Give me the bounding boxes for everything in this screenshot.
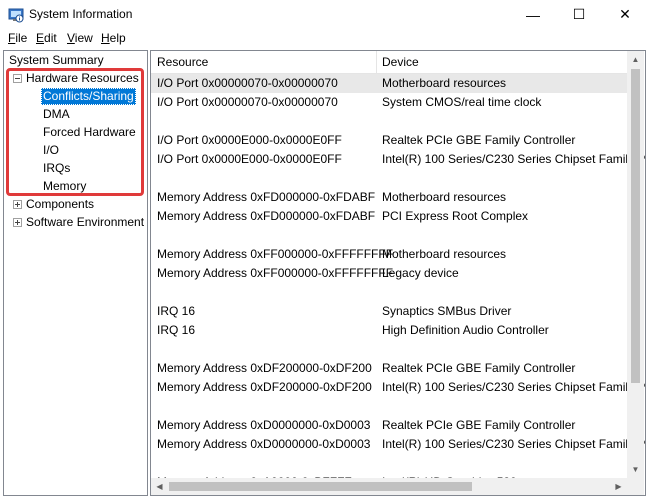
- scroll-down-icon[interactable]: ▼: [627, 461, 644, 478]
- cell-device: Intel(R) 100 Series/C230 Series Chipset …: [382, 380, 646, 394]
- table-row[interactable]: Memory Address 0xFF000000-0xFFFFFFFF Lega…: [151, 264, 627, 283]
- cell-device: System CMOS/real time clock: [382, 95, 542, 109]
- close-button[interactable]: ✕: [602, 0, 648, 29]
- table-row[interactable]: Memory Address 0xFD000000-0xFDABF PCI Exp…: [151, 207, 627, 226]
- table-row[interactable]: I/O Port 0x0000E000-0x0000E0FF Realtek PC…: [151, 131, 627, 150]
- cell-resource: Memory Address 0xFD000000-0xFDABF: [157, 209, 376, 223]
- cell-device: Realtek PCIe GBE Family Controller: [382, 133, 576, 147]
- expand-icon[interactable]: [13, 218, 22, 227]
- cell-resource: Memory Address 0xDF200000-0xDF200: [157, 380, 372, 394]
- scroll-up-icon[interactable]: ▲: [627, 51, 644, 68]
- cell-device: Motherboard resources: [382, 247, 507, 261]
- tree-item-software-environment[interactable]: Software Environment: [26, 214, 144, 231]
- horizontal-scrollbar[interactable]: ◀ ▶: [151, 478, 627, 495]
- table-row[interactable]: [151, 283, 627, 302]
- tree-item-components[interactable]: Components: [26, 196, 94, 213]
- cell-device: Legacy device: [382, 266, 459, 280]
- table-row[interactable]: Memory Address 0xD0000000-0xD0003 Realtek…: [151, 416, 627, 435]
- cell-resource: Memory Address 0xFD000000-0xFDABF: [157, 190, 376, 204]
- minimize-button[interactable]: —: [510, 0, 556, 29]
- maximize-button[interactable]: ☐: [556, 0, 602, 29]
- cell-resource: Memory Address 0xD0000000-0xD0003: [157, 437, 371, 451]
- cell-device: Realtek PCIe GBE Family Controller: [382, 418, 576, 432]
- column-header-device[interactable]: Device: [382, 55, 419, 69]
- cell-resource: Memory Address 0xFF000000-0xFFFFFFFF: [157, 247, 394, 261]
- cell-resource: I/O Port 0x00000070-0x00000070: [157, 95, 338, 109]
- cell-device: Realtek PCIe GBE Family Controller: [382, 361, 576, 375]
- cell-device: Motherboard resources: [382, 76, 507, 90]
- table-header: Resource Device: [151, 51, 627, 74]
- cell-device: Intel(R) 100 Series/C230 Series Chipset …: [382, 437, 646, 451]
- horizontal-scroll-thumb[interactable]: [169, 482, 472, 491]
- table-row[interactable]: Memory Address 0xDF200000-0xDF200 Realtek…: [151, 359, 627, 378]
- menu-file[interactable]: File: [6, 30, 29, 46]
- column-header-resource[interactable]: Resource: [157, 55, 208, 69]
- table-row[interactable]: [151, 397, 627, 416]
- column-divider[interactable]: [376, 51, 377, 73]
- table-row[interactable]: Memory Address 0xD0000000-0xD0003 Intel(R…: [151, 435, 645, 454]
- menu-edit[interactable]: Edit: [34, 30, 59, 46]
- details-table[interactable]: Resource Device I/O Port 0x00000070-0x00…: [150, 50, 646, 496]
- menu-help[interactable]: Help: [99, 30, 128, 46]
- close-icon: ✕: [619, 6, 631, 22]
- table-row[interactable]: [151, 340, 627, 359]
- scrollbar-corner: [627, 478, 644, 495]
- table-row[interactable]: Memory Address 0xFF000000-0xFFFFFFFF Moth…: [151, 245, 627, 264]
- cell-resource: I/O Port 0x0000E000-0x0000E0FF: [157, 152, 342, 166]
- table-row[interactable]: [151, 169, 627, 188]
- menu-view[interactable]: View: [65, 30, 95, 46]
- scroll-left-icon[interactable]: ◀: [151, 478, 168, 495]
- title-bar: System Information — ☐ ✕: [0, 0, 648, 29]
- table-row[interactable]: [151, 112, 627, 131]
- table-row[interactable]: I/O Port 0x0000E000-0x0000E0FF Intel(R) 1…: [151, 150, 645, 169]
- cell-device: Motherboard resources: [382, 190, 507, 204]
- cell-resource: Memory Address 0xD0000000-0xD0003: [157, 418, 371, 432]
- table-row[interactable]: Memory Address 0xDF200000-0xDF200 Intel(R…: [151, 378, 645, 397]
- menu-bar: File Edit View Help: [0, 29, 648, 48]
- cell-device: PCI Express Root Complex: [382, 209, 529, 223]
- maximize-icon: ☐: [572, 6, 586, 22]
- table-row[interactable]: [151, 454, 627, 473]
- expand-icon[interactable]: [13, 200, 22, 209]
- system-information-app-icon: [8, 8, 24, 23]
- tree-item-system-summary[interactable]: System Summary: [9, 52, 104, 69]
- window-title: System Information: [29, 7, 133, 21]
- cell-device: Intel(R) 100 Series/C230 Series Chipset …: [382, 152, 646, 166]
- cell-resource: IRQ 16: [157, 304, 196, 318]
- cell-resource: I/O Port 0x0000E000-0x0000E0FF: [157, 133, 342, 147]
- vertical-scrollbar[interactable]: ▲ ▼: [627, 51, 644, 478]
- cell-device: Synaptics SMBus Driver: [382, 304, 512, 318]
- cell-device: High Definition Audio Controller: [382, 323, 549, 337]
- minimize-icon: —: [526, 6, 540, 23]
- table-row[interactable]: [151, 226, 627, 245]
- table-row[interactable]: IRQ 16 Synaptics SMBus Driver: [151, 302, 627, 321]
- table-row[interactable]: I/O Port 0x00000070-0x00000070 System CMO…: [151, 93, 627, 112]
- table-row[interactable]: Memory Address 0xFD000000-0xFDABF Motherb…: [151, 188, 627, 207]
- table-row[interactable]: I/O Port 0x00000070-0x00000070 Motherboar…: [151, 74, 627, 93]
- highlight-annotation-box: [6, 68, 144, 196]
- cell-resource: IRQ 16: [157, 323, 196, 337]
- cell-resource: Memory Address 0xDF200000-0xDF200: [157, 361, 372, 375]
- vertical-scroll-thumb[interactable]: [631, 69, 640, 383]
- table-row[interactable]: IRQ 16 High Definition Audio Controller: [151, 321, 627, 340]
- cell-resource: I/O Port 0x00000070-0x00000070: [157, 76, 338, 90]
- scroll-right-icon[interactable]: ▶: [610, 478, 627, 495]
- cell-resource: Memory Address 0xFF000000-0xFFFFFFFF: [157, 266, 394, 280]
